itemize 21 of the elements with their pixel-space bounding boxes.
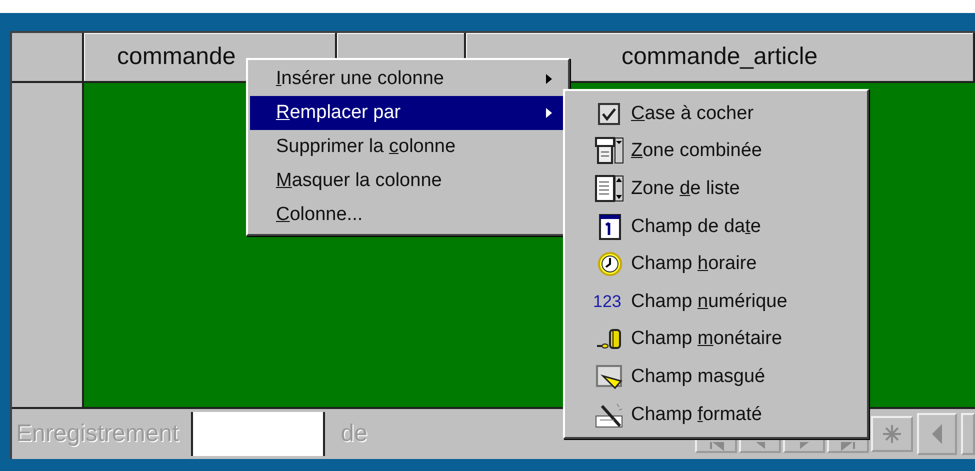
- menu-item[interactable]: Case à cocher: [567, 95, 865, 133]
- number-icon: 123: [593, 292, 627, 312]
- record-count-label: de: [340, 420, 368, 448]
- menu-item[interactable]: Champ monétaire: [567, 320, 865, 358]
- new-record-icon: [881, 423, 903, 445]
- scroll-left-button[interactable]: [917, 413, 957, 455]
- menu-item[interactable]: Zone de liste: [567, 170, 865, 208]
- menu-item[interactable]: Zone combinée: [567, 132, 865, 170]
- menu-item[interactable]: Champ masgué: [567, 358, 865, 396]
- record-label: Enregistrement: [15, 420, 180, 448]
- menu-item[interactable]: Champ de date: [567, 208, 865, 246]
- menu-item[interactable]: 123 Champ numérique: [567, 282, 865, 321]
- column-header[interactable]: commande: [117, 43, 236, 71]
- menu-item[interactable]: Champ horaire: [567, 245, 865, 283]
- menu-item[interactable]: Supprimer la colonne: [250, 130, 566, 164]
- menu-item[interactable]: Remplacer par: [250, 96, 566, 130]
- menu-item[interactable]: Masquer la colonne: [250, 164, 566, 198]
- record-number-field[interactable]: [190, 412, 325, 456]
- menu-item[interactable]: Colonne...: [250, 198, 566, 232]
- column-header[interactable]: commande_article: [466, 33, 975, 81]
- menu-item[interactable]: Champ formaté: [567, 396, 865, 434]
